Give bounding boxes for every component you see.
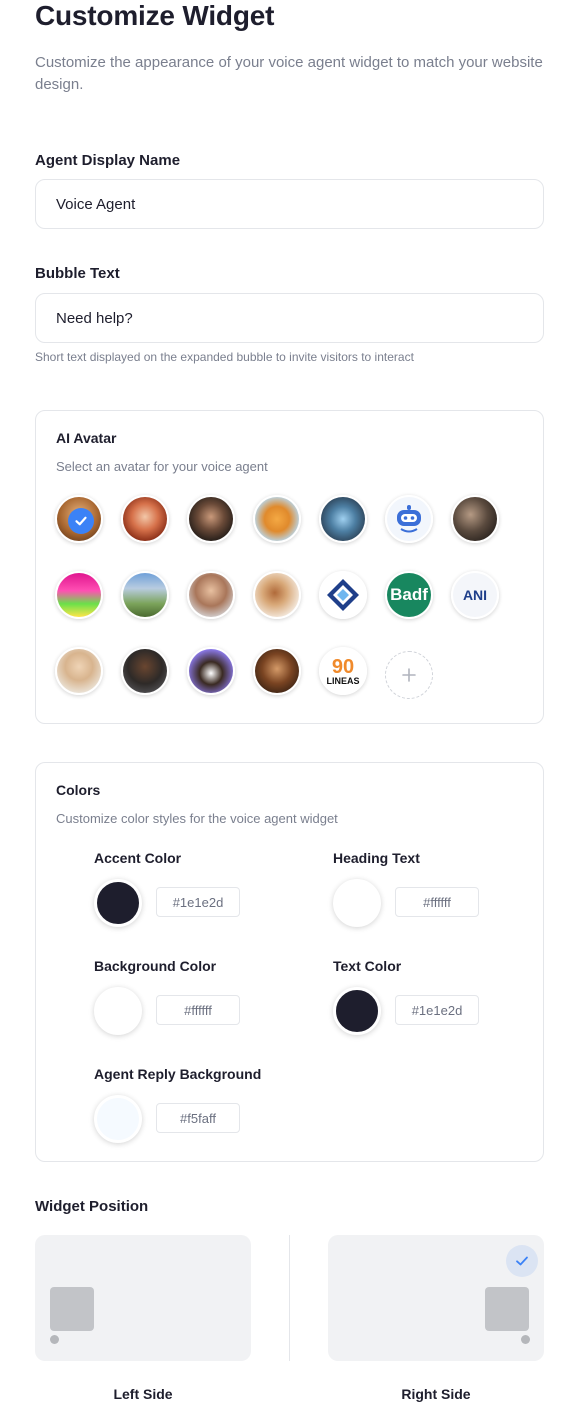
avatar-option-8[interactable] [55,571,103,619]
avatar-option-16[interactable] [121,647,169,695]
avatar-option-11[interactable] [253,571,301,619]
plus-icon [402,668,416,682]
avatar-image [189,649,233,693]
ani-logo-image: ANI [453,573,497,617]
position-divider [289,1235,290,1361]
colors-subtitle: Customize color styles for the voice age… [56,811,338,826]
customize-widget-page: Customize Widget Customize the appearanc… [0,0,568,1419]
ninety-logo-text: 90 [331,655,355,678]
ai-avatar-subtitle: Select an avatar for your voice agent [56,459,268,474]
colors-title: Colors [56,782,101,798]
selected-check-icon [68,508,94,534]
avatar-image [189,573,233,617]
colors-card: Colors Customize color styles for the vo… [35,762,544,1162]
widget-preview-dot [521,1335,530,1344]
right-side-label[interactable]: Right Side [328,1386,544,1402]
page-subtitle: Customize the appearance of your voice a… [35,54,543,93]
position-right-option[interactable] [328,1235,544,1361]
text-color-label: Text Color [333,958,402,974]
avatar-image [453,497,497,541]
bubble-text-label: Bubble Text [35,265,120,282]
ninety-lineas-logo-image: 90 LINEAS [321,649,365,693]
avatar-option-5[interactable] [319,495,367,543]
heading-text-color-label: Heading Text [333,850,420,866]
widget-preview-square [50,1287,94,1331]
background-color-label: Background Color [94,958,217,974]
avatar-image [321,497,365,541]
avatar-option-15[interactable] [55,647,103,695]
avatar-option-14[interactable]: ANI [451,571,499,619]
avatar-option-13[interactable]: Badf [385,571,433,619]
avatar-option-10[interactable] [187,571,235,619]
widget-position-label: Widget Position [35,1198,149,1215]
avatar-option-6[interactable] [385,495,433,543]
agent-reply-background-swatch[interactable] [94,1095,142,1143]
accent-color-swatch[interactable] [94,879,142,927]
diamond-logo-image [321,573,365,617]
avatar-option-4[interactable] [253,495,301,543]
avatar-image [57,649,101,693]
add-avatar-button[interactable] [385,651,433,699]
position-left-option[interactable] [35,1235,251,1361]
accent-color-hex-input[interactable] [156,887,240,917]
avatar-image [255,649,299,693]
heading-text-color-swatch[interactable] [333,879,381,927]
selected-check-icon [506,1245,538,1277]
agent-name-input[interactable] [35,179,544,229]
avatar-image [123,649,167,693]
bubble-text-hint: Short text displayed on the expanded bub… [35,350,414,364]
ai-avatar-title: AI Avatar [56,430,117,446]
avatar-option-1[interactable] [55,495,103,543]
widget-preview-square [485,1287,529,1331]
avatar-image [255,573,299,617]
agent-reply-background-hex-input[interactable] [156,1103,240,1133]
agent-reply-background-label: Agent Reply Background [94,1066,262,1082]
background-color-swatch[interactable] [94,987,142,1035]
avatar-option-2[interactable] [121,495,169,543]
page-title: Customize Widget [35,0,275,31]
avatar-option-19[interactable]: 90 LINEAS [319,647,367,695]
badf-logo-image: Badf [387,573,431,617]
avatar-option-9[interactable] [121,571,169,619]
background-color-hex-input[interactable] [156,995,240,1025]
widget-preview-dot [50,1335,59,1344]
avatar-option-7[interactable] [451,495,499,543]
ani-logo-text: ANI [462,587,488,603]
avatar-image [189,497,233,541]
avatar-option-12[interactable] [319,571,367,619]
avatar-image [255,497,299,541]
avatar-option-17[interactable] [187,647,235,695]
avatar-option-3[interactable] [187,495,235,543]
agent-name-label: Agent Display Name [35,152,181,169]
bubble-text-input[interactable] [35,293,544,343]
left-side-label[interactable]: Left Side [35,1386,251,1402]
accent-color-label: Accent Color [94,850,182,866]
ai-avatar-card: AI Avatar Select an avatar for your voic… [35,410,544,724]
avatar-image [123,573,167,617]
robot-avatar-image [387,497,431,541]
text-color-hex-input[interactable] [395,995,479,1025]
avatar-image [123,497,167,541]
lineas-logo-text: LINEAS [326,675,360,686]
text-color-swatch[interactable] [333,987,381,1035]
heading-text-color-hex-input[interactable] [395,887,479,917]
avatar-option-18[interactable] [253,647,301,695]
avatar-image [57,573,101,617]
badf-logo-text: Badf [390,585,428,604]
